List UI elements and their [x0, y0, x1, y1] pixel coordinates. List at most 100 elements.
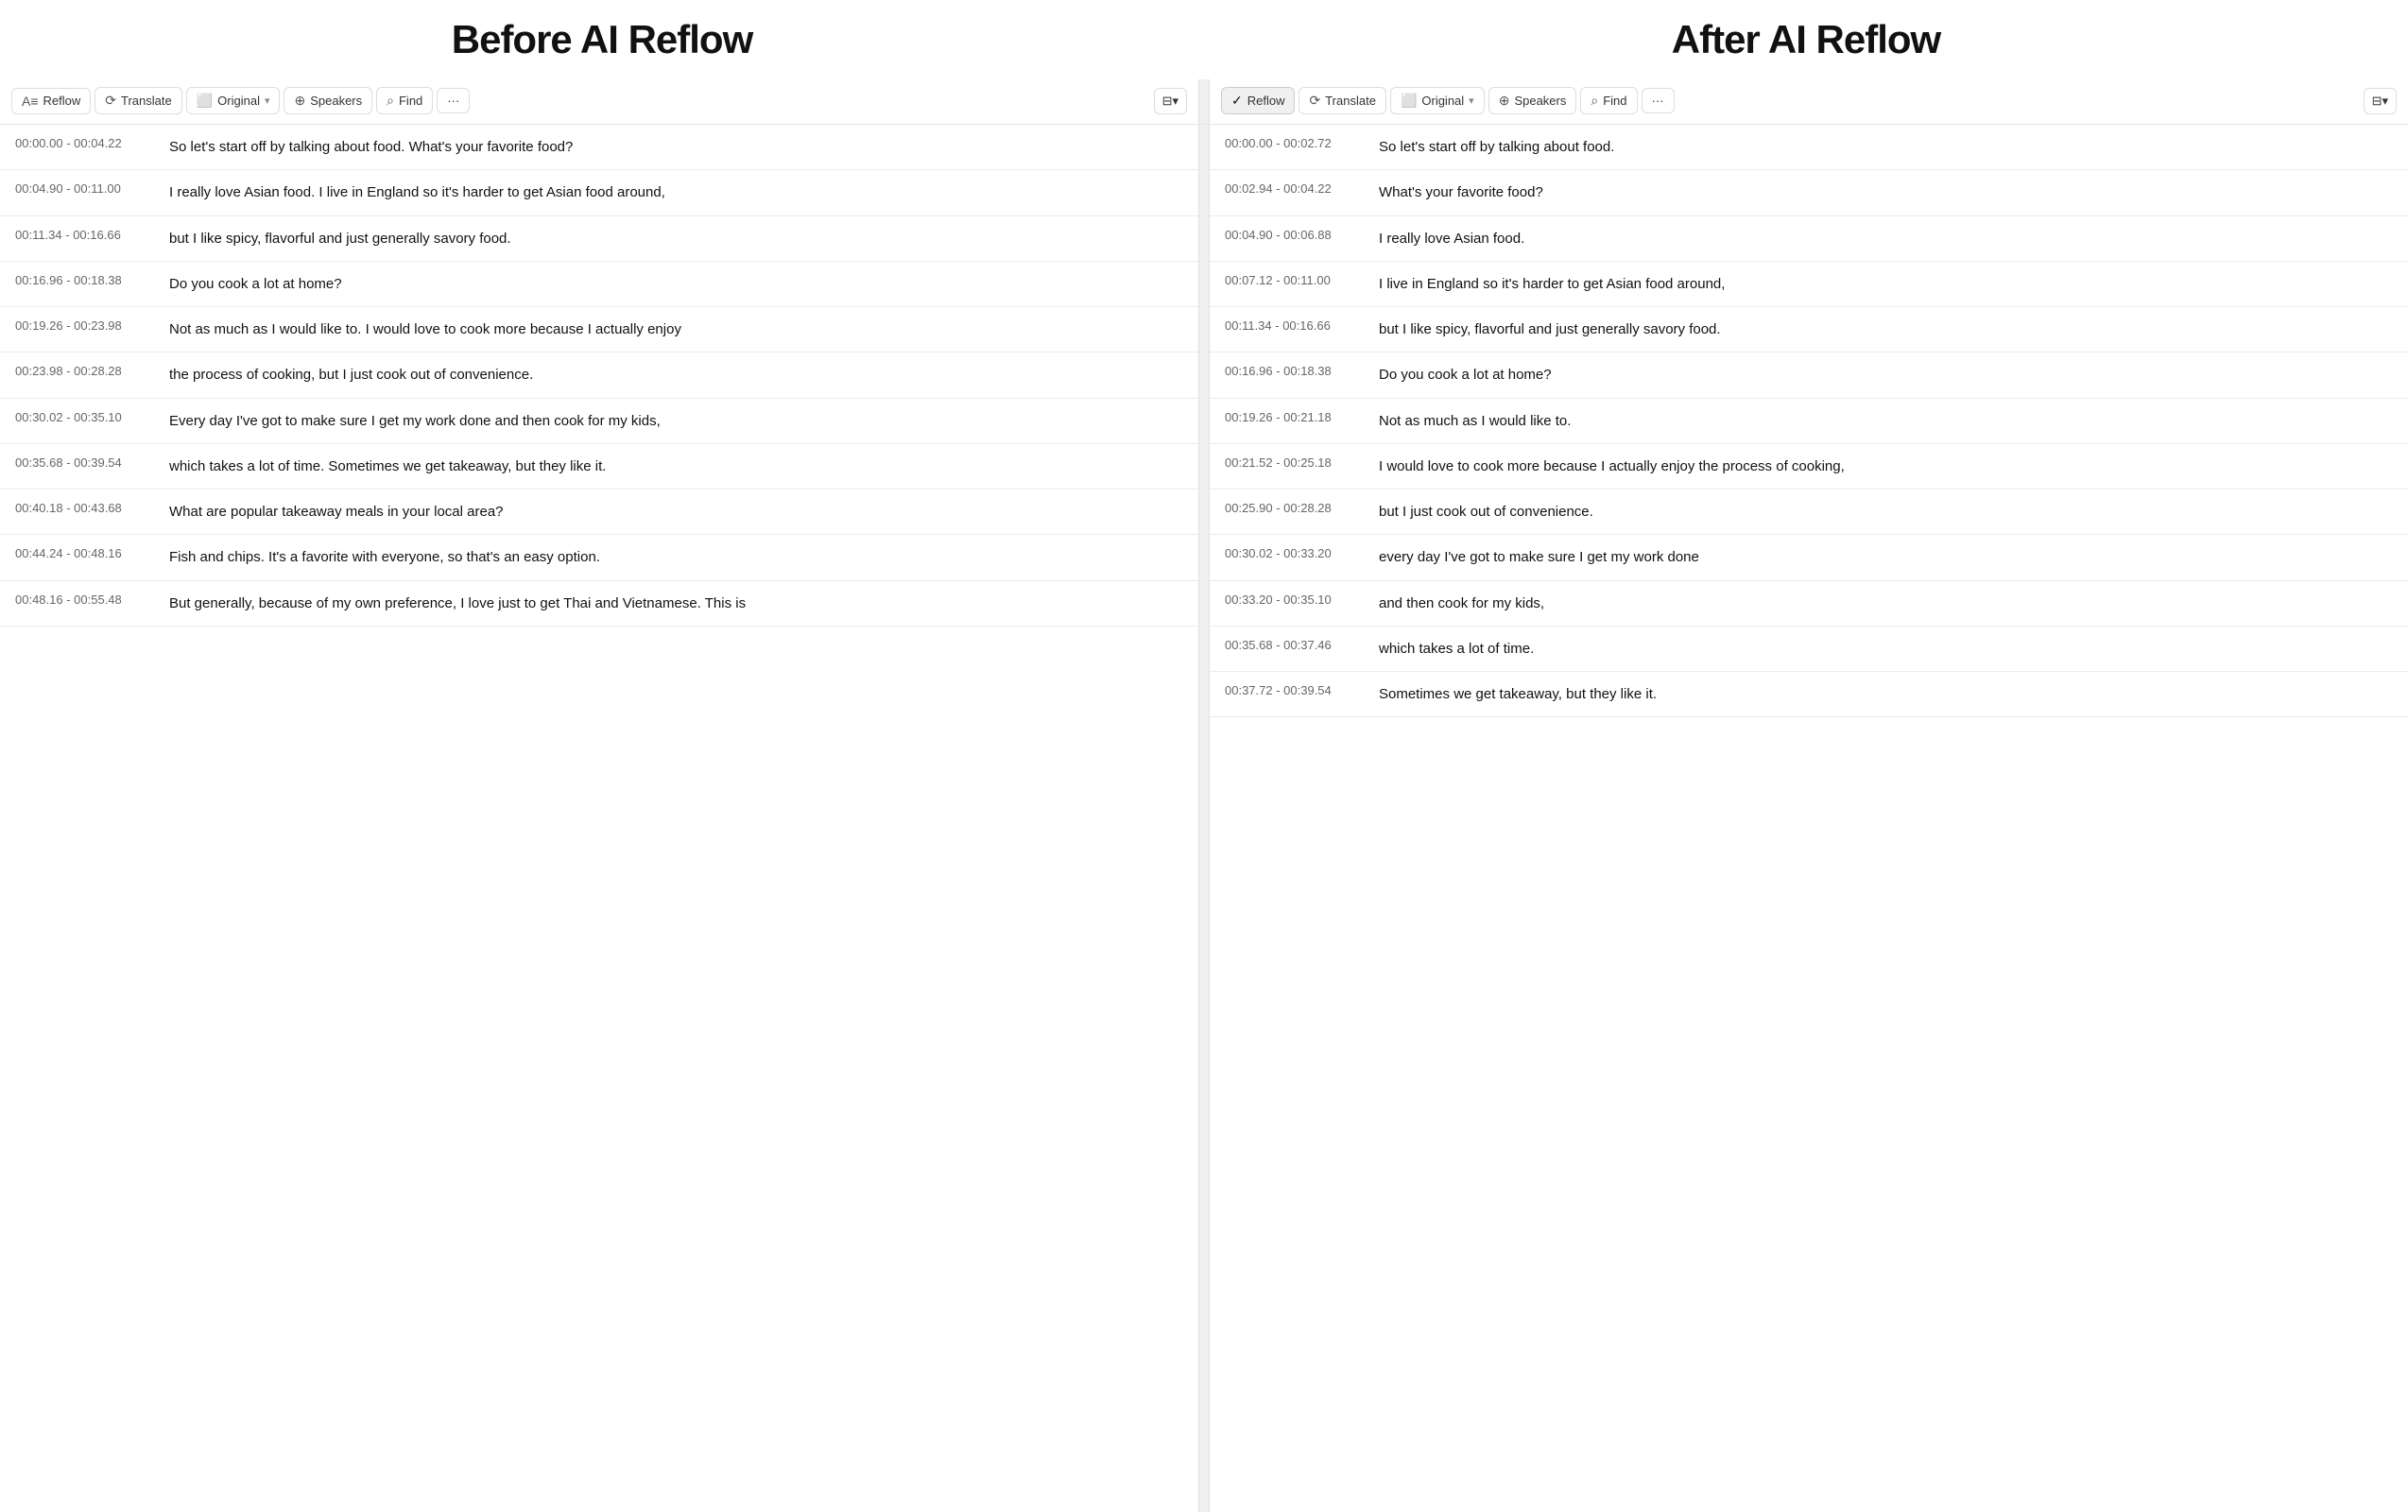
table-row: 00:02.94 - 00:04.22 What's your favorite…	[1210, 170, 2408, 215]
right-toolbar: ✓ Reflow ⟳ Translate ⬜ Original ▾ ⊕ Spea…	[1210, 79, 2408, 124]
table-row: 00:00.00 - 00:02.72 So let's start off b…	[1210, 125, 2408, 170]
right-translate-label: Translate	[1325, 94, 1376, 108]
table-row: 00:48.16 - 00:55.48 But generally, becau…	[0, 580, 1198, 626]
text-cell: So let's start off by talking about food…	[1375, 125, 2408, 170]
right-layout-button[interactable]: ⊟▾	[2364, 88, 2397, 114]
time-cell: 00:04.90 - 00:11.00	[0, 170, 165, 215]
right-panel: 00:00.00 - 00:02.72 So let's start off b…	[1210, 125, 2408, 1512]
text-cell: Do you cook a lot at home?	[165, 261, 1198, 306]
text-cell: which takes a lot of time.	[1375, 626, 2408, 671]
left-find-label: Find	[399, 94, 422, 108]
table-row: 00:37.72 - 00:39.54 Sometimes we get tak…	[1210, 672, 2408, 717]
time-cell: 00:11.34 - 00:16.66	[0, 215, 165, 261]
right-layout-icon: ⊟▾	[2372, 94, 2388, 109]
right-original-button[interactable]: ⬜ Original ▾	[1390, 87, 1485, 114]
table-row: 00:00.00 - 00:04.22 So let's start off b…	[0, 125, 1198, 170]
table-row: 00:21.52 - 00:25.18 I would love to cook…	[1210, 443, 2408, 489]
left-translate-button[interactable]: ⟳ Translate	[95, 87, 181, 114]
text-cell: I really love Asian food. I live in Engl…	[165, 170, 1198, 215]
time-cell: 00:25.90 - 00:28.28	[1210, 490, 1375, 535]
text-cell: I live in England so it's harder to get …	[1375, 261, 2408, 306]
text-cell: What are popular takeaway meals in your …	[165, 490, 1198, 535]
text-cell: I would love to cook more because I actu…	[1375, 443, 2408, 489]
right-transcript-table: 00:00.00 - 00:02.72 So let's start off b…	[1210, 125, 2408, 717]
table-row: 00:16.96 - 00:18.38 Do you cook a lot at…	[1210, 352, 2408, 398]
right-more-button[interactable]: ···	[1642, 88, 1675, 113]
text-cell: What's your favorite food?	[1375, 170, 2408, 215]
table-row: 00:16.96 - 00:18.38 Do you cook a lot at…	[0, 261, 1198, 306]
time-cell: 00:37.72 - 00:39.54	[1210, 672, 1375, 717]
right-panel-header: After AI Reflow	[1204, 17, 2408, 72]
time-cell: 00:44.24 - 00:48.16	[0, 535, 165, 580]
time-cell: 00:07.12 - 00:11.00	[1210, 261, 1375, 306]
left-reflow-button[interactable]: A≡ Reflow	[11, 88, 91, 114]
text-cell: Not as much as I would like to. I would …	[165, 307, 1198, 352]
table-row: 00:11.34 - 00:16.66 but I like spicy, fl…	[1210, 307, 2408, 352]
toolbars-row: A≡ Reflow ⟳ Translate ⬜ Original ▾ ⊕ Spe…	[0, 79, 2408, 125]
text-cell: I really love Asian food.	[1375, 215, 2408, 261]
time-cell: 00:33.20 - 00:35.10	[1210, 580, 1375, 626]
table-row: 00:04.90 - 00:06.88 I really love Asian …	[1210, 215, 2408, 261]
table-row: 00:33.20 - 00:35.10 and then cook for my…	[1210, 580, 2408, 626]
time-cell: 00:19.26 - 00:21.18	[1210, 398, 1375, 443]
time-cell: 00:04.90 - 00:06.88	[1210, 215, 1375, 261]
left-speakers-button[interactable]: ⊕ Speakers	[284, 87, 372, 114]
left-toolbar: A≡ Reflow ⟳ Translate ⬜ Original ▾ ⊕ Spe…	[0, 79, 1198, 124]
text-cell: every day I've got to make sure I get my…	[1375, 535, 2408, 580]
right-more-label: ···	[1652, 94, 1664, 108]
left-original-button[interactable]: ⬜ Original ▾	[186, 87, 281, 114]
time-cell: 00:35.68 - 00:39.54	[0, 443, 165, 489]
right-speakers-button[interactable]: ⊕ Speakers	[1488, 87, 1577, 114]
text-cell: Every day I've got to make sure I get my…	[165, 398, 1198, 443]
right-speakers-label: Speakers	[1514, 94, 1566, 108]
time-cell: 00:00.00 - 00:04.22	[0, 125, 165, 170]
time-cell: 00:30.02 - 00:35.10	[0, 398, 165, 443]
time-cell: 00:35.68 - 00:37.46	[1210, 626, 1375, 671]
left-more-button[interactable]: ···	[437, 88, 470, 113]
table-row: 00:25.90 - 00:28.28 but I just cook out …	[1210, 490, 2408, 535]
reflow-icon: A≡	[22, 94, 39, 109]
right-find-label: Find	[1603, 94, 1626, 108]
table-row: 00:35.68 - 00:39.54 which takes a lot of…	[0, 443, 1198, 489]
time-cell: 00:16.96 - 00:18.38	[1210, 352, 1375, 398]
time-cell: 00:30.02 - 00:33.20	[1210, 535, 1375, 580]
left-scroll-area[interactable]: 00:00.00 - 00:04.22 So let's start off b…	[0, 125, 1198, 627]
time-cell: 00:11.34 - 00:16.66	[1210, 307, 1375, 352]
left-layout-icon: ⊟▾	[1162, 94, 1178, 109]
table-row: 00:23.98 - 00:28.28 the process of cooki…	[0, 352, 1198, 398]
right-translate-button[interactable]: ⟳ Translate	[1299, 87, 1385, 114]
left-panel-header: Before AI Reflow	[0, 17, 1204, 72]
left-find-button[interactable]: ⌕ Find	[376, 87, 433, 114]
right-find-button[interactable]: ⌕ Find	[1580, 87, 1637, 114]
table-row: 00:19.26 - 00:23.98 Not as much as I wou…	[0, 307, 1198, 352]
original-chevron-icon: ▾	[265, 94, 270, 107]
text-cell: But generally, because of my own prefere…	[165, 580, 1198, 626]
left-layout-button[interactable]: ⊟▾	[1154, 88, 1187, 114]
check-icon: ✓	[1231, 93, 1243, 109]
right-reflow-label: Reflow	[1247, 94, 1285, 108]
find-icon: ⌕	[387, 93, 394, 109]
table-row: 00:07.12 - 00:11.00 I live in England so…	[1210, 261, 2408, 306]
text-cell: which takes a lot of time. Sometimes we …	[165, 443, 1198, 489]
left-reflow-label: Reflow	[43, 94, 81, 108]
left-panel: 00:00.00 - 00:04.22 So let's start off b…	[0, 125, 1198, 1512]
translate-icon: ⟳	[105, 93, 116, 109]
right-reflow-button[interactable]: ✓ Reflow	[1221, 87, 1295, 114]
table-row: 00:11.34 - 00:16.66 but I like spicy, fl…	[0, 215, 1198, 261]
right-find-icon: ⌕	[1591, 93, 1598, 109]
table-row: 00:19.26 - 00:21.18 Not as much as I wou…	[1210, 398, 2408, 443]
right-original-icon: ⬜	[1401, 93, 1417, 109]
original-icon: ⬜	[197, 93, 213, 109]
content-row: 00:00.00 - 00:04.22 So let's start off b…	[0, 125, 2408, 1512]
time-cell: 00:02.94 - 00:04.22	[1210, 170, 1375, 215]
right-original-chevron-icon: ▾	[1469, 94, 1474, 107]
time-cell: 00:16.96 - 00:18.38	[0, 261, 165, 306]
headers-row: Before AI Reflow After AI Reflow	[0, 0, 2408, 79]
time-cell: 00:00.00 - 00:02.72	[1210, 125, 1375, 170]
text-cell: but I like spicy, flavorful and just gen…	[1375, 307, 2408, 352]
text-cell: Not as much as I would like to.	[1375, 398, 2408, 443]
left-translate-label: Translate	[121, 94, 172, 108]
right-scroll-area[interactable]: 00:00.00 - 00:02.72 So let's start off b…	[1210, 125, 2408, 717]
text-cell: Sometimes we get takeaway, but they like…	[1375, 672, 2408, 717]
right-original-label: Original	[1421, 94, 1464, 108]
